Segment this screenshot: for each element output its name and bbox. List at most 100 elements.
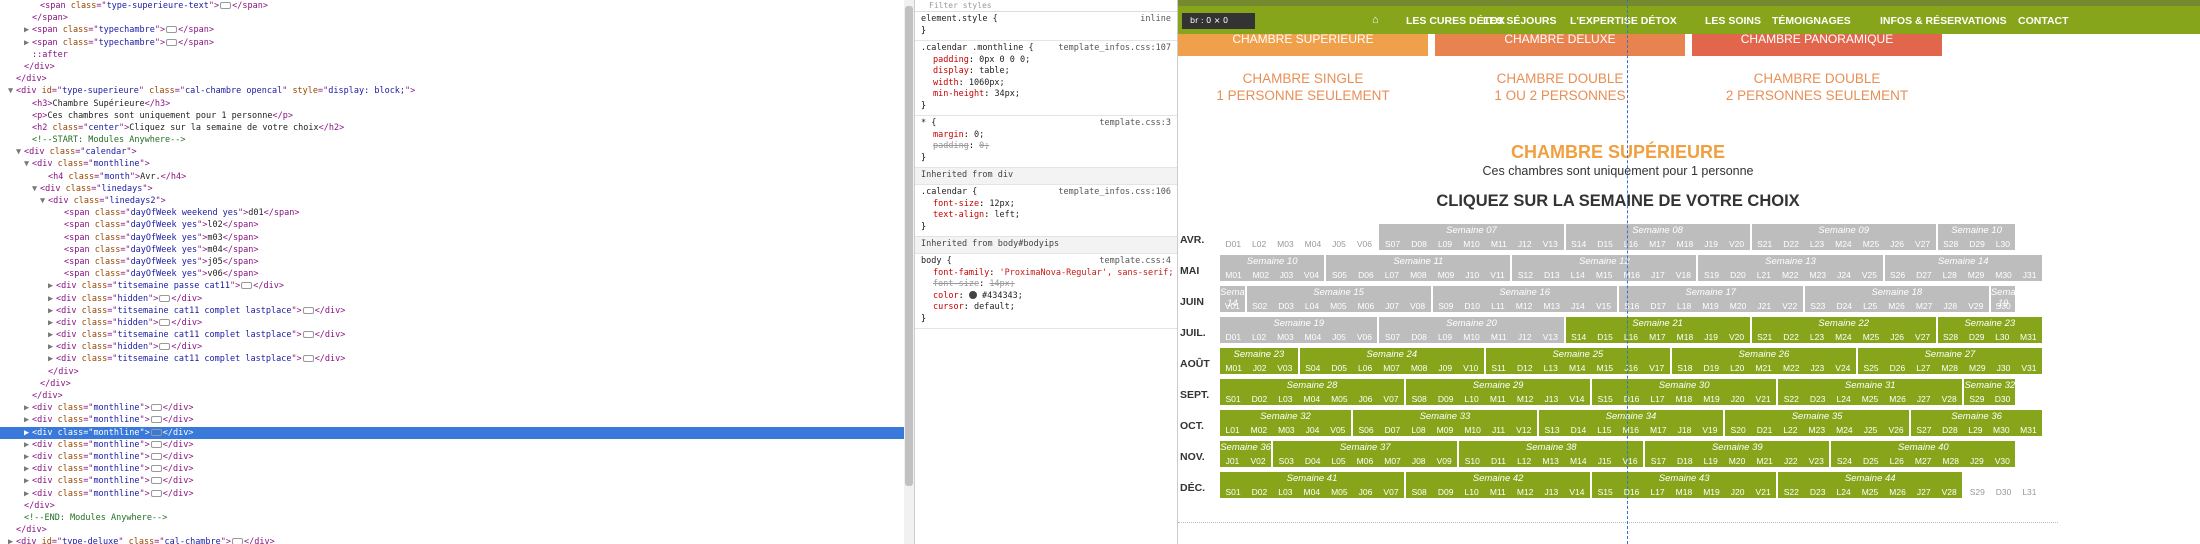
dom-node-line[interactable]: <p>Ces chambres sont uniquement pour 1 p… xyxy=(0,110,914,122)
week-block-available[interactable]: Semaine 28 S01 D02 L03 M04 M05 J06 V07 xyxy=(1220,379,1407,405)
rule-selector[interactable]: body { xyxy=(921,256,952,268)
week-block-available[interactable]: Semaine 34 S13 D14 L15 M16 M17 J18 V19 xyxy=(1538,410,1726,436)
nav-item[interactable]: LES SÉJOURS xyxy=(1483,15,1557,27)
dom-node-line[interactable]: ▶ <div class="titsemaine cat11 complet la… xyxy=(0,353,914,365)
rule-selector[interactable]: * { xyxy=(921,118,936,130)
expand-toggle-icon[interactable]: ▶ xyxy=(48,317,56,329)
expand-toggle-icon[interactable]: ▶ xyxy=(24,463,32,475)
expand-toggle-icon[interactable]: ▼ xyxy=(32,183,40,195)
property-name[interactable]: font-size xyxy=(933,279,979,289)
ellipsis-icon[interactable] xyxy=(220,2,232,9)
dom-node-line[interactable]: ▶ <div class="monthline"> </div> xyxy=(0,488,914,500)
dom-node-line[interactable]: </span> xyxy=(0,12,914,24)
style-declaration[interactable]: min-height: 34px; xyxy=(921,89,1171,101)
ellipsis-icon[interactable] xyxy=(150,477,162,485)
expand-toggle-icon[interactable]: ▶ xyxy=(24,414,32,426)
ellipsis-icon[interactable] xyxy=(159,318,171,326)
ellipsis-icon[interactable] xyxy=(150,465,162,473)
room-button-deluxe[interactable]: CHAMBRE DELUXE xyxy=(1435,34,1685,56)
dom-node-line[interactable]: ▶ <div class="monthline"> </div> xyxy=(0,439,914,451)
property-name[interactable]: display xyxy=(933,66,969,76)
week-block-available[interactable]: Semaine 38 S10 D11 L12 M13 M14 J15 V16 xyxy=(1459,441,1646,467)
room-button-panoramique[interactable]: CHAMBRE PANORAMIQUE xyxy=(1692,34,1942,56)
style-rule[interactable]: * {template.css:3 margin: 0; padding: 0;} xyxy=(915,116,1177,168)
nav-item[interactable]: CONTACT xyxy=(2018,15,2069,27)
property-value[interactable]: default; xyxy=(974,302,1015,312)
rule-source-link[interactable]: template.css:4 xyxy=(1099,256,1171,268)
style-declaration[interactable]: font-size: 14px; xyxy=(921,279,1171,291)
rule-selector[interactable]: .calendar { xyxy=(921,187,977,199)
nav-item[interactable]: TÉMOIGNAGES xyxy=(1772,15,1851,27)
dom-node-line[interactable]: </div> xyxy=(0,500,914,512)
dom-node-line[interactable]: </div> xyxy=(0,378,914,390)
style-declaration[interactable]: width: 1060px; xyxy=(921,78,1171,90)
rule-source-link[interactable]: template_infos.css:106 xyxy=(1058,187,1171,199)
expand-toggle-icon[interactable]: ▶ xyxy=(48,280,56,292)
expand-toggle-icon[interactable]: ▶ xyxy=(8,536,16,544)
property-value[interactable]: 0; xyxy=(974,130,984,140)
ellipsis-icon[interactable] xyxy=(150,489,162,497)
property-name[interactable]: padding xyxy=(933,55,969,65)
dom-node-line[interactable]: ▶ <div class="monthline"> </div> xyxy=(0,463,914,475)
dom-node-line[interactable]: ▶ <div id="type-deluxe" class="cal-chambr… xyxy=(0,536,914,544)
dom-node-line[interactable]: <h3>Chambre Supérieure</h3> xyxy=(0,98,914,110)
style-declaration[interactable]: font-size: 12px; xyxy=(921,199,1171,211)
week-block-available[interactable]: Semaine 32 L01 M02 M03 J04 V05 xyxy=(1220,410,1353,436)
dom-node-line[interactable]: </div> xyxy=(0,390,914,402)
nav-item[interactable]: LES SOINS xyxy=(1705,15,1761,27)
property-name[interactable]: margin xyxy=(933,130,964,140)
week-block-available[interactable]: Semaine 37 S03 D04 L05 M06 M07 J08 V09 xyxy=(1273,441,1460,467)
expand-toggle-icon[interactable]: ▶ xyxy=(24,475,32,487)
dom-node-line[interactable]: </div> xyxy=(0,366,914,378)
week-block-available[interactable]: Semaine 21 S14 D15 L16 M17 M18 J19 V20 xyxy=(1565,317,1752,343)
dom-node-line[interactable]: </div> xyxy=(0,61,914,73)
nav-item[interactable]: INFOS & RÉSERVATIONS xyxy=(1880,15,2007,27)
style-declaration[interactable]: text-align: left; xyxy=(921,210,1171,222)
ellipsis-icon[interactable] xyxy=(150,416,162,424)
dom-node-line[interactable]: ▼ <div class="linedays"> xyxy=(0,183,914,195)
dom-node-line[interactable]: <span class="dayOfWeek weekend yes">d01<… xyxy=(0,207,914,219)
property-value[interactable]: 34px; xyxy=(994,89,1020,99)
week-block-available[interactable]: Semaine 25 S11 D12 L13 M14 M15 J16 V17 xyxy=(1485,348,1672,374)
dom-tree[interactable]: <span class="type-superieure-text"> </spa… xyxy=(0,0,914,544)
week-block-available[interactable]: Semaine 42 S08 D09 L10 M11 M12 J13 V14 xyxy=(1406,472,1593,498)
dom-node-line[interactable]: ▶ <span class="typechambre"> </span> xyxy=(0,37,914,49)
week-block-available[interactable]: Semaine 30 S15 D16 L17 M18 M19 J20 V21 xyxy=(1592,379,1779,405)
ellipsis-icon[interactable] xyxy=(150,428,162,436)
elements-scrollbar[interactable] xyxy=(904,0,914,544)
property-value[interactable]: 'ProximaNova-Regular', sans-serif; xyxy=(1000,268,1174,278)
property-name[interactable]: min-height xyxy=(933,89,984,99)
website-viewport[interactable]: ⌂ LES CURES DÉTOX LES SÉJOURS L'EXPERTISE … xyxy=(1178,0,2200,544)
style-declaration[interactable]: margin: 0; xyxy=(921,130,1171,142)
dom-node-line[interactable]: <h2 class="center">Cliquez sur la semain… xyxy=(0,122,914,134)
expand-toggle-icon[interactable]: ▶ xyxy=(24,402,32,414)
ellipsis-icon[interactable] xyxy=(302,355,314,363)
week-block-available[interactable]: Semaine 41 S01 D02 L03 M04 M05 J06 V07 xyxy=(1220,472,1407,498)
property-value[interactable]: 14px; xyxy=(989,279,1015,289)
ellipsis-icon[interactable] xyxy=(302,306,314,314)
property-name[interactable]: color xyxy=(933,291,959,301)
dom-node-line[interactable]: <!--START: Modules Anywhere--> xyxy=(0,134,914,146)
expand-toggle-icon[interactable]: ▶ xyxy=(24,439,32,451)
expand-toggle-icon[interactable]: ▶ xyxy=(24,451,32,463)
week-block-available[interactable]: Semaine 43 S15 D16 L17 M18 M19 J20 V21 xyxy=(1592,472,1779,498)
week-block-available[interactable]: Semaine 22 S21 D22 L23 M24 M25 J26 V27 xyxy=(1751,317,1938,343)
week-block-available[interactable]: Semaine 23 S28 D29 L30 M31 xyxy=(1937,317,2044,343)
dom-node-line[interactable]: </div> xyxy=(0,73,914,85)
elements-scroll-thumb[interactable] xyxy=(905,6,913,486)
style-rule[interactable]: .calendar .monthline {template_infos.css… xyxy=(915,41,1177,116)
dom-node-line[interactable]: <span class="dayOfWeek yes">j05</span> xyxy=(0,256,914,268)
dom-node-line[interactable]: ▶ <div class="hidden"> </div> xyxy=(0,341,914,353)
ellipsis-icon[interactable] xyxy=(150,404,162,412)
week-block-available[interactable]: Semaine 26 S18 D19 L20 M21 M22 J23 V24 xyxy=(1671,348,1858,374)
dom-node-line[interactable]: ▶ <div class="monthline"> </div> xyxy=(0,402,914,414)
ellipsis-icon[interactable] xyxy=(159,294,171,302)
style-rule[interactable]: .calendar { template_infos.css:106 font-si… xyxy=(915,185,1177,237)
home-icon[interactable]: ⌂ xyxy=(1372,14,1379,26)
expand-toggle-icon[interactable]: ▶ xyxy=(48,341,56,353)
style-declaration[interactable]: color: #434343; xyxy=(921,291,1171,303)
dom-node-line[interactable]: <h4 class="month">Avr.</h4> xyxy=(0,171,914,183)
week-block-available[interactable]: Semaine 40 S24 D25 L26 M27 M28 J29 V30 xyxy=(1831,441,2018,467)
expand-toggle-icon[interactable]: ▼ xyxy=(8,85,16,97)
rule-selector[interactable]: .calendar .monthline { xyxy=(921,43,1034,55)
